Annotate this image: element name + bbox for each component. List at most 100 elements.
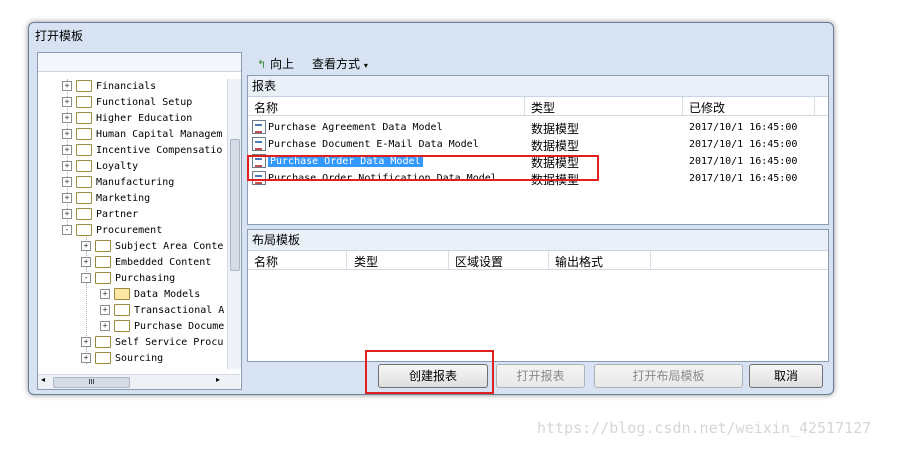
expand-toggle-icon[interactable]: + <box>62 161 72 171</box>
tree-node-label: Purchase Docume <box>134 321 225 332</box>
report-row[interactable]: Purchase Agreement Data Model <box>252 120 443 136</box>
column-divider[interactable] <box>650 251 651 269</box>
expand-toggle-icon[interactable]: + <box>100 321 110 331</box>
tree-node[interactable]: + Purchase Docume <box>100 319 224 334</box>
collapse-toggle-icon[interactable]: - <box>81 273 91 283</box>
view-mode-button[interactable]: 查看方式 ▾ <box>312 55 368 72</box>
folder-icon <box>76 112 92 124</box>
tree-node[interactable]: + Financials <box>62 79 156 94</box>
column-divider[interactable] <box>346 251 347 269</box>
tree-node[interactable]: + Transactional A <box>100 303 224 318</box>
report-name: Purchase Agreement Data Model <box>268 122 443 133</box>
tree-node-label: Functional Setup <box>96 97 193 108</box>
folder-icon <box>114 320 130 332</box>
expand-toggle-icon[interactable]: + <box>62 145 72 155</box>
folder-icon <box>114 304 130 316</box>
open-report-button[interactable]: 打开报表 <box>496 364 585 388</box>
column-divider[interactable] <box>524 97 525 115</box>
cancel-button[interactable]: 取消 <box>749 364 823 388</box>
folder-icon <box>76 80 92 92</box>
tree-horizontal-scrollbar[interactable]: ◂ III ▸ <box>38 374 240 389</box>
report-modified-date: 2017/10/1 16:45:00 <box>689 156 798 167</box>
collapse-toggle-icon[interactable]: - <box>62 225 72 235</box>
expand-toggle-icon[interactable]: + <box>62 209 72 219</box>
expand-toggle-icon[interactable]: + <box>62 81 72 91</box>
tree-vertical-scrollbar[interactable] <box>227 79 241 369</box>
tree-node[interactable]: - Procurement <box>62 223 162 238</box>
report-row[interactable]: Purchase Document E-Mail Data Model <box>252 137 479 153</box>
tree-node[interactable]: + Functional Setup <box>62 95 192 110</box>
folder-tree[interactable]: + Financials + Functional Setup + Higher Educ… <box>38 79 228 369</box>
tree-node-label: Embedded Content <box>115 257 212 268</box>
expand-toggle-icon[interactable]: + <box>81 353 91 363</box>
tree-horizontal-scroll-thumb[interactable]: III <box>53 377 130 388</box>
layout-templates-table-header: 名称 类型 区域设置 输出格式 <box>248 251 828 270</box>
tree-node-label: Partner <box>96 209 139 220</box>
column-header-type[interactable]: 类型 <box>354 253 378 270</box>
layout-templates-title: 布局模板 <box>248 230 828 251</box>
column-header-name[interactable]: 名称 <box>254 99 278 116</box>
expand-toggle-icon[interactable]: + <box>62 177 72 187</box>
report-name: Purchase Document E-Mail Data Model <box>268 139 479 150</box>
tree-node[interactable]: + Sourcing <box>81 351 163 366</box>
tree-node[interactable]: + Human Capital Managem <box>62 127 222 142</box>
tree-node-label: Loyalty <box>96 161 139 172</box>
column-header-output-format[interactable]: 输出格式 <box>555 253 603 270</box>
expand-toggle-icon[interactable]: + <box>81 241 91 251</box>
folder-icon <box>95 240 111 252</box>
expand-toggle-icon[interactable]: + <box>81 257 91 267</box>
column-divider[interactable] <box>682 97 683 115</box>
expand-toggle-icon[interactable]: + <box>62 129 72 139</box>
reports-panel: 报表 名称 类型 已修改 Purchase Agreement Data Mod… <box>247 75 829 225</box>
tree-node[interactable]: + Loyalty <box>62 159 138 174</box>
tree-node[interactable]: + Self Service Procu <box>81 335 223 350</box>
expand-toggle-icon[interactable]: + <box>100 305 110 315</box>
tree-node[interactable]: + Embedded Content <box>81 255 211 270</box>
scroll-left-arrow-icon[interactable]: ◂ <box>41 375 45 384</box>
open-layout-template-button[interactable]: 打开布局模板 <box>594 364 743 388</box>
tree-node-label: Data Models <box>134 289 201 300</box>
expand-toggle-icon[interactable]: + <box>81 337 91 347</box>
tree-node[interactable]: + Data Models <box>100 287 200 302</box>
folder-icon <box>95 272 111 284</box>
highlight-create-button <box>365 350 494 394</box>
column-divider[interactable] <box>814 97 815 115</box>
expand-toggle-icon[interactable]: + <box>62 193 72 203</box>
column-header-name[interactable]: 名称 <box>254 253 278 270</box>
up-button[interactable]: ↰ 向上 <box>257 55 294 72</box>
report-type: 数据模型 <box>531 139 580 153</box>
column-divider[interactable] <box>448 251 449 269</box>
column-header-type[interactable]: 类型 <box>531 99 555 116</box>
scroll-right-arrow-icon[interactable]: ▸ <box>216 375 220 384</box>
folder-icon <box>76 160 92 172</box>
tree-node-label: Purchasing <box>115 273 176 284</box>
tree-node[interactable]: + Manufacturing <box>62 175 174 190</box>
chevron-down-icon: ▾ <box>363 61 368 70</box>
tree-node[interactable]: + Subject Area Conte <box>81 239 223 254</box>
layout-templates-panel: 布局模板 名称 类型 区域设置 输出格式 <box>247 229 829 362</box>
report-modified-date: 2017/10/1 16:45:00 <box>689 139 798 150</box>
tree-node[interactable]: + Incentive Compensatio <box>62 143 222 158</box>
column-divider[interactable] <box>548 251 549 269</box>
tree-vertical-scroll-thumb[interactable] <box>230 139 240 271</box>
tree-node-label: Procurement <box>96 225 163 236</box>
tree-node[interactable]: + Marketing <box>62 191 150 206</box>
tree-node-label: Transactional A <box>134 305 225 316</box>
folder-icon <box>76 176 92 188</box>
view-mode-label: 查看方式 <box>312 57 361 71</box>
tree-node-label: Self Service Procu <box>115 337 224 348</box>
expand-toggle-icon[interactable]: + <box>100 289 110 299</box>
expand-toggle-icon[interactable]: + <box>62 97 72 107</box>
open-template-dialog: 打开模板 + Financials + Functional Setup + Higher… <box>28 22 834 395</box>
expand-toggle-icon[interactable]: + <box>62 113 72 123</box>
folder-icon <box>95 352 111 364</box>
tree-node[interactable]: + Higher Education <box>62 111 192 126</box>
folder-tree-panel: + Financials + Functional Setup + Higher Educ… <box>37 52 242 390</box>
report-modified-date: 2017/10/1 16:45:00 <box>689 173 798 184</box>
reports-table-header: 名称 类型 已修改 <box>248 97 828 116</box>
tree-node-label: Sourcing <box>115 353 164 364</box>
tree-node[interactable]: + Partner <box>62 207 138 222</box>
tree-node[interactable]: - Purchasing <box>81 271 175 286</box>
column-header-modified[interactable]: 已修改 <box>689 99 725 116</box>
column-header-locale[interactable]: 区域设置 <box>455 253 503 270</box>
